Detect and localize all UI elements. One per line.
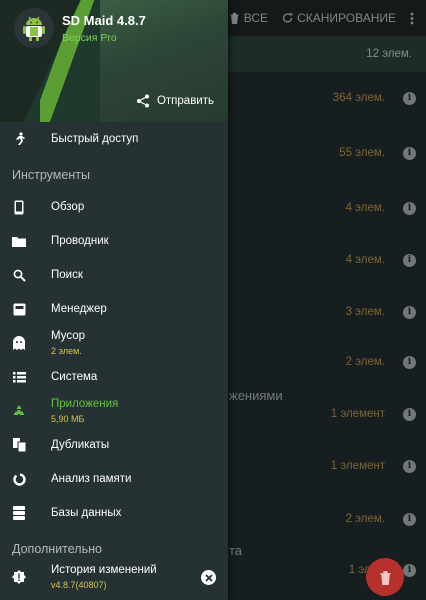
menu-label: Дубликаты	[51, 439, 110, 451]
storage-analyzer-icon	[12, 472, 26, 486]
duplicates-icon	[12, 438, 26, 452]
menu-sublabel: v4.8.7(40807)	[51, 580, 107, 590]
android-maid-icon	[23, 16, 45, 41]
running-icon	[12, 132, 26, 146]
menu-label: Обзор	[51, 201, 85, 213]
menu-item-app-cleaner[interactable]: Приложения 5,90 МБ	[0, 394, 228, 428]
app-manager-icon	[12, 302, 26, 316]
menu-label: Приложения	[51, 398, 119, 410]
search-icon	[12, 268, 26, 282]
menu-label: Проводник	[51, 235, 109, 247]
share-icon	[136, 94, 149, 108]
menu-item-app-manager[interactable]: Менеджер	[0, 292, 228, 326]
menu-sublabel: 2 элем.	[51, 346, 82, 356]
menu-label: История изменений	[51, 564, 157, 576]
menu-item-system-cleaner[interactable]: Система	[0, 360, 228, 394]
menu-item-explorer[interactable]: Проводник	[0, 224, 228, 258]
menu-label: Базы данных	[51, 507, 122, 519]
section-extras: Дополнительно	[12, 542, 102, 556]
drawer-header: SD Maid 4.8.7 Версия Pro Отправить	[0, 0, 228, 122]
share-label: Отправить	[156, 95, 214, 107]
trash-icon	[379, 570, 391, 585]
dismiss-button[interactable]	[201, 570, 216, 585]
menu-item-corpse-finder[interactable]: Мусор 2 элем.	[0, 326, 228, 360]
menu-sublabel: 5,90 МБ	[51, 414, 85, 424]
folder-icon	[12, 234, 26, 248]
section-tools: Инструменты	[12, 168, 90, 182]
close-icon	[204, 573, 213, 582]
menu-item-quick-access[interactable]: Быстрый доступ	[0, 122, 228, 156]
list-icon	[12, 370, 26, 384]
app-logo	[14, 8, 54, 48]
menu-item-duplicates[interactable]: Дубликаты	[0, 428, 228, 462]
menu-item-overview[interactable]: Обзор	[0, 190, 228, 224]
navigation-drawer: SD Maid 4.8.7 Версия Pro Отправить Быстр…	[0, 0, 228, 600]
info-badge-icon	[12, 570, 26, 584]
app-name: SD Maid 4.8.7	[62, 13, 146, 28]
recycle-icon	[12, 404, 26, 418]
app-edition: Версия Pro	[62, 32, 117, 44]
menu-label: Поиск	[51, 269, 83, 281]
menu-label: Мусор	[51, 330, 86, 342]
delete-fab[interactable]	[366, 558, 404, 596]
share-button[interactable]: Отправить	[136, 94, 214, 108]
menu-item-storage-analyzer[interactable]: Анализ памяти	[0, 462, 228, 496]
database-icon	[12, 506, 26, 520]
ghost-icon	[12, 336, 26, 350]
phone-icon	[12, 200, 26, 214]
menu-label: Система	[51, 371, 98, 383]
menu-item-databases[interactable]: Базы данных	[0, 496, 228, 530]
menu-item-search[interactable]: Поиск	[0, 258, 228, 292]
menu-label: Быстрый доступ	[51, 133, 139, 145]
menu-label: Менеджер	[51, 303, 107, 315]
menu-label: Анализ памяти	[51, 473, 132, 485]
menu-item-changelog[interactable]: История изменений v4.8.7(40807)	[0, 560, 228, 594]
